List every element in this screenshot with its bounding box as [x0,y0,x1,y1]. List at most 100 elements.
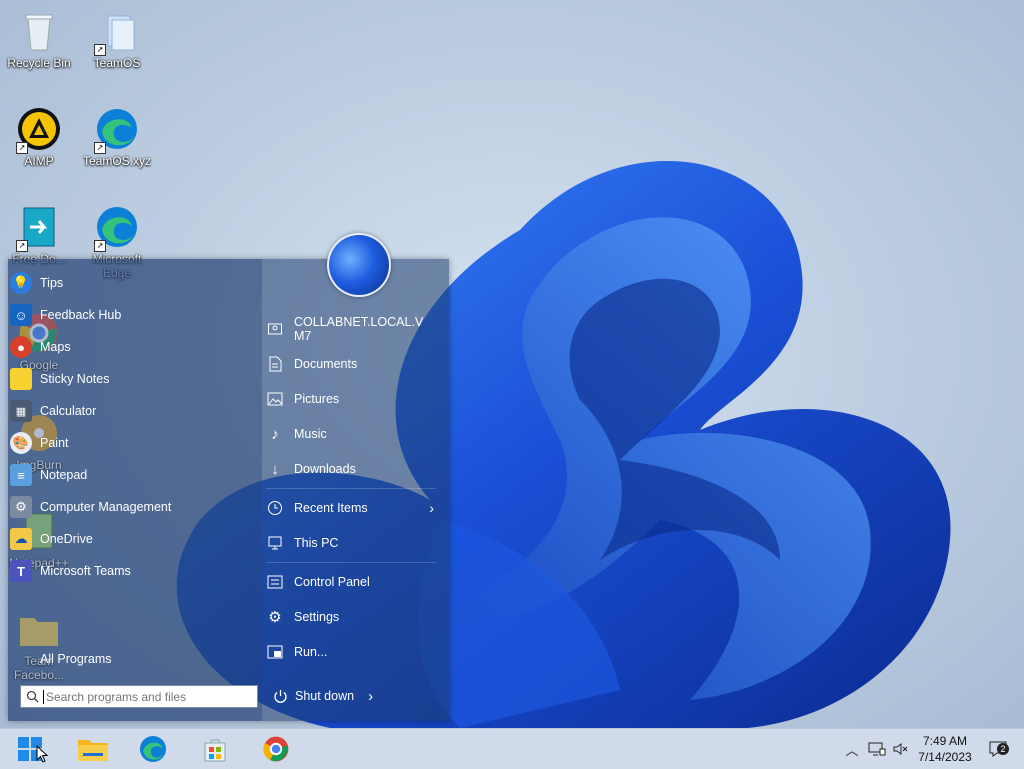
shortcut-arrow-icon: ↗ [16,142,28,154]
program-item-computer-management[interactable]: ⚙ Computer Management [10,494,250,520]
taskbar-microsoft-edge[interactable] [133,733,173,765]
program-label: Tips [40,276,64,290]
store-icon [204,739,226,762]
search-box[interactable] [20,685,258,708]
desktop-icon-label: TeamOS [93,56,141,70]
network-icon [868,742,886,756]
taskbar-file-explorer[interactable] [73,733,113,765]
program-label: Microsoft Teams [40,564,131,578]
onedrive-icon: ☁ [10,528,32,550]
program-item-feedback-hub[interactable]: ☺ Feedback Hub [10,302,250,328]
recycle-bin-icon [16,8,62,54]
user-avatar[interactable] [327,233,391,297]
place-item-downloads[interactable]: ↓ Downloads [266,456,436,482]
program-label: OneDrive [40,532,93,546]
program-item-calculator[interactable]: ▦ Calculator [10,398,250,424]
desktop-icon-teamos[interactable]: ↗ TeamOS [82,8,152,70]
clock-icon [266,499,284,517]
program-item-tips[interactable]: 💡 Tips [10,270,250,296]
clock-icon [10,648,32,670]
clock-date: 7/14/2023 [918,750,972,764]
show-hidden-icons-button[interactable]: ︿ [842,729,862,769]
run-icon [266,643,284,661]
edge-icon [139,735,167,763]
shortcut-arrow-icon: ↗ [16,240,28,252]
chrome-icon [263,736,289,762]
speaker-muted-icon [893,743,908,755]
place-item-music[interactable]: ♪ Music [266,421,436,447]
notification-center-button[interactable]: 2 [984,729,1012,769]
program-item-microsoft-teams[interactable]: T Microsoft Teams [10,558,250,584]
chevron-right-icon[interactable]: › [368,688,373,705]
network-status-button[interactable] [866,729,888,769]
place-item-this-pc[interactable]: This PC [266,530,436,556]
desktop-icon-label: Recycle Bin [7,56,71,70]
aimp-icon: ↗ [16,106,62,154]
place-label: This PC [294,536,339,550]
taskbar-google-chrome[interactable] [256,733,296,765]
feedback-icon: ☺ [10,304,32,326]
place-item-run[interactable]: Run... [266,639,436,665]
program-item-paint[interactable]: 🎨 Paint [10,430,250,456]
shutdown-label: Shut down [295,689,355,703]
program-item-sticky-notes[interactable]: Sticky Notes [10,366,250,392]
start-button[interactable] [10,733,50,765]
lightbulb-icon: 💡 [10,272,32,294]
shutdown-button[interactable]: Shut down › [271,683,381,709]
place-item-user[interactable]: COLLABNET.LOCAL.V M7 [266,314,436,344]
volume-button[interactable] [890,729,912,769]
all-programs-button[interactable]: All Programs [10,646,250,672]
place-item-control-panel[interactable]: Control Panel [266,569,436,595]
user-folder-icon [266,320,284,338]
program-label: Feedback Hub [40,308,122,322]
place-label: Recent Items [294,501,368,515]
desktop-icon-recycle-bin[interactable]: Recycle Bin [4,8,74,70]
shortcut-arrow-icon: ↗ [94,44,106,56]
desktop-icon-label: TeamOS.xyz [82,154,151,168]
program-label: Calculator [40,404,97,418]
desktop-icon-teamos-xyz[interactable]: ↗ TeamOS.xyz [82,106,152,168]
calculator-icon: ▦ [10,400,32,422]
program-label: Paint [40,436,69,450]
edge-icon: ↗ [94,106,140,154]
program-item-maps[interactable]: ● Maps [10,334,250,360]
place-item-pictures[interactable]: Pictures [266,386,436,412]
map-pin-icon: ● [10,336,32,358]
paint-icon: 🎨 [10,432,32,454]
folder-icon [78,740,108,761]
desktop-icon-aimp[interactable]: ↗ AIMP [4,106,74,168]
place-item-settings[interactable]: ⚙ Settings [266,604,436,630]
shortcut-arrow-icon: ↗ [94,142,106,154]
gear-icon: ⚙ [268,609,282,626]
separator [266,488,436,489]
separator [266,562,436,563]
taskbar-clock[interactable]: 7:49 AM 7/14/2023 [912,733,978,765]
taskbar-microsoft-store[interactable] [195,733,235,765]
place-item-documents[interactable]: Documents [266,351,436,377]
place-label: COLLABNET.LOCAL.V M7 [294,315,424,343]
program-item-onedrive[interactable]: ☁ OneDrive [10,526,250,552]
place-label: Downloads [294,462,356,476]
clock-time: 7:49 AM [922,734,968,748]
teams-icon: T [10,560,32,582]
program-item-notepad[interactable]: ≡ Notepad [10,462,250,488]
place-label: Run... [294,645,328,659]
power-icon [271,687,289,705]
edge-icon: ↗ [94,204,140,252]
search-input[interactable] [44,689,238,704]
place-label: Control Panel [294,575,370,589]
program-label: Sticky Notes [40,372,110,386]
place-label: Music [294,427,327,441]
free-download-icon: ↗ [16,204,62,252]
program-label: Notepad [40,468,88,482]
program-label: Computer Management [40,500,172,514]
place-label: Pictures [294,392,340,406]
search-icon [21,690,43,703]
computer-icon [266,534,284,552]
place-item-recent-items[interactable]: Recent Items › [266,495,436,521]
desktop-icon-free-download[interactable]: ↗ Free Do... [4,204,74,266]
control-panel-icon [266,573,284,591]
place-label: Settings [294,610,340,624]
picture-icon [266,390,284,408]
notification-count-badge: 2 [997,743,1009,755]
